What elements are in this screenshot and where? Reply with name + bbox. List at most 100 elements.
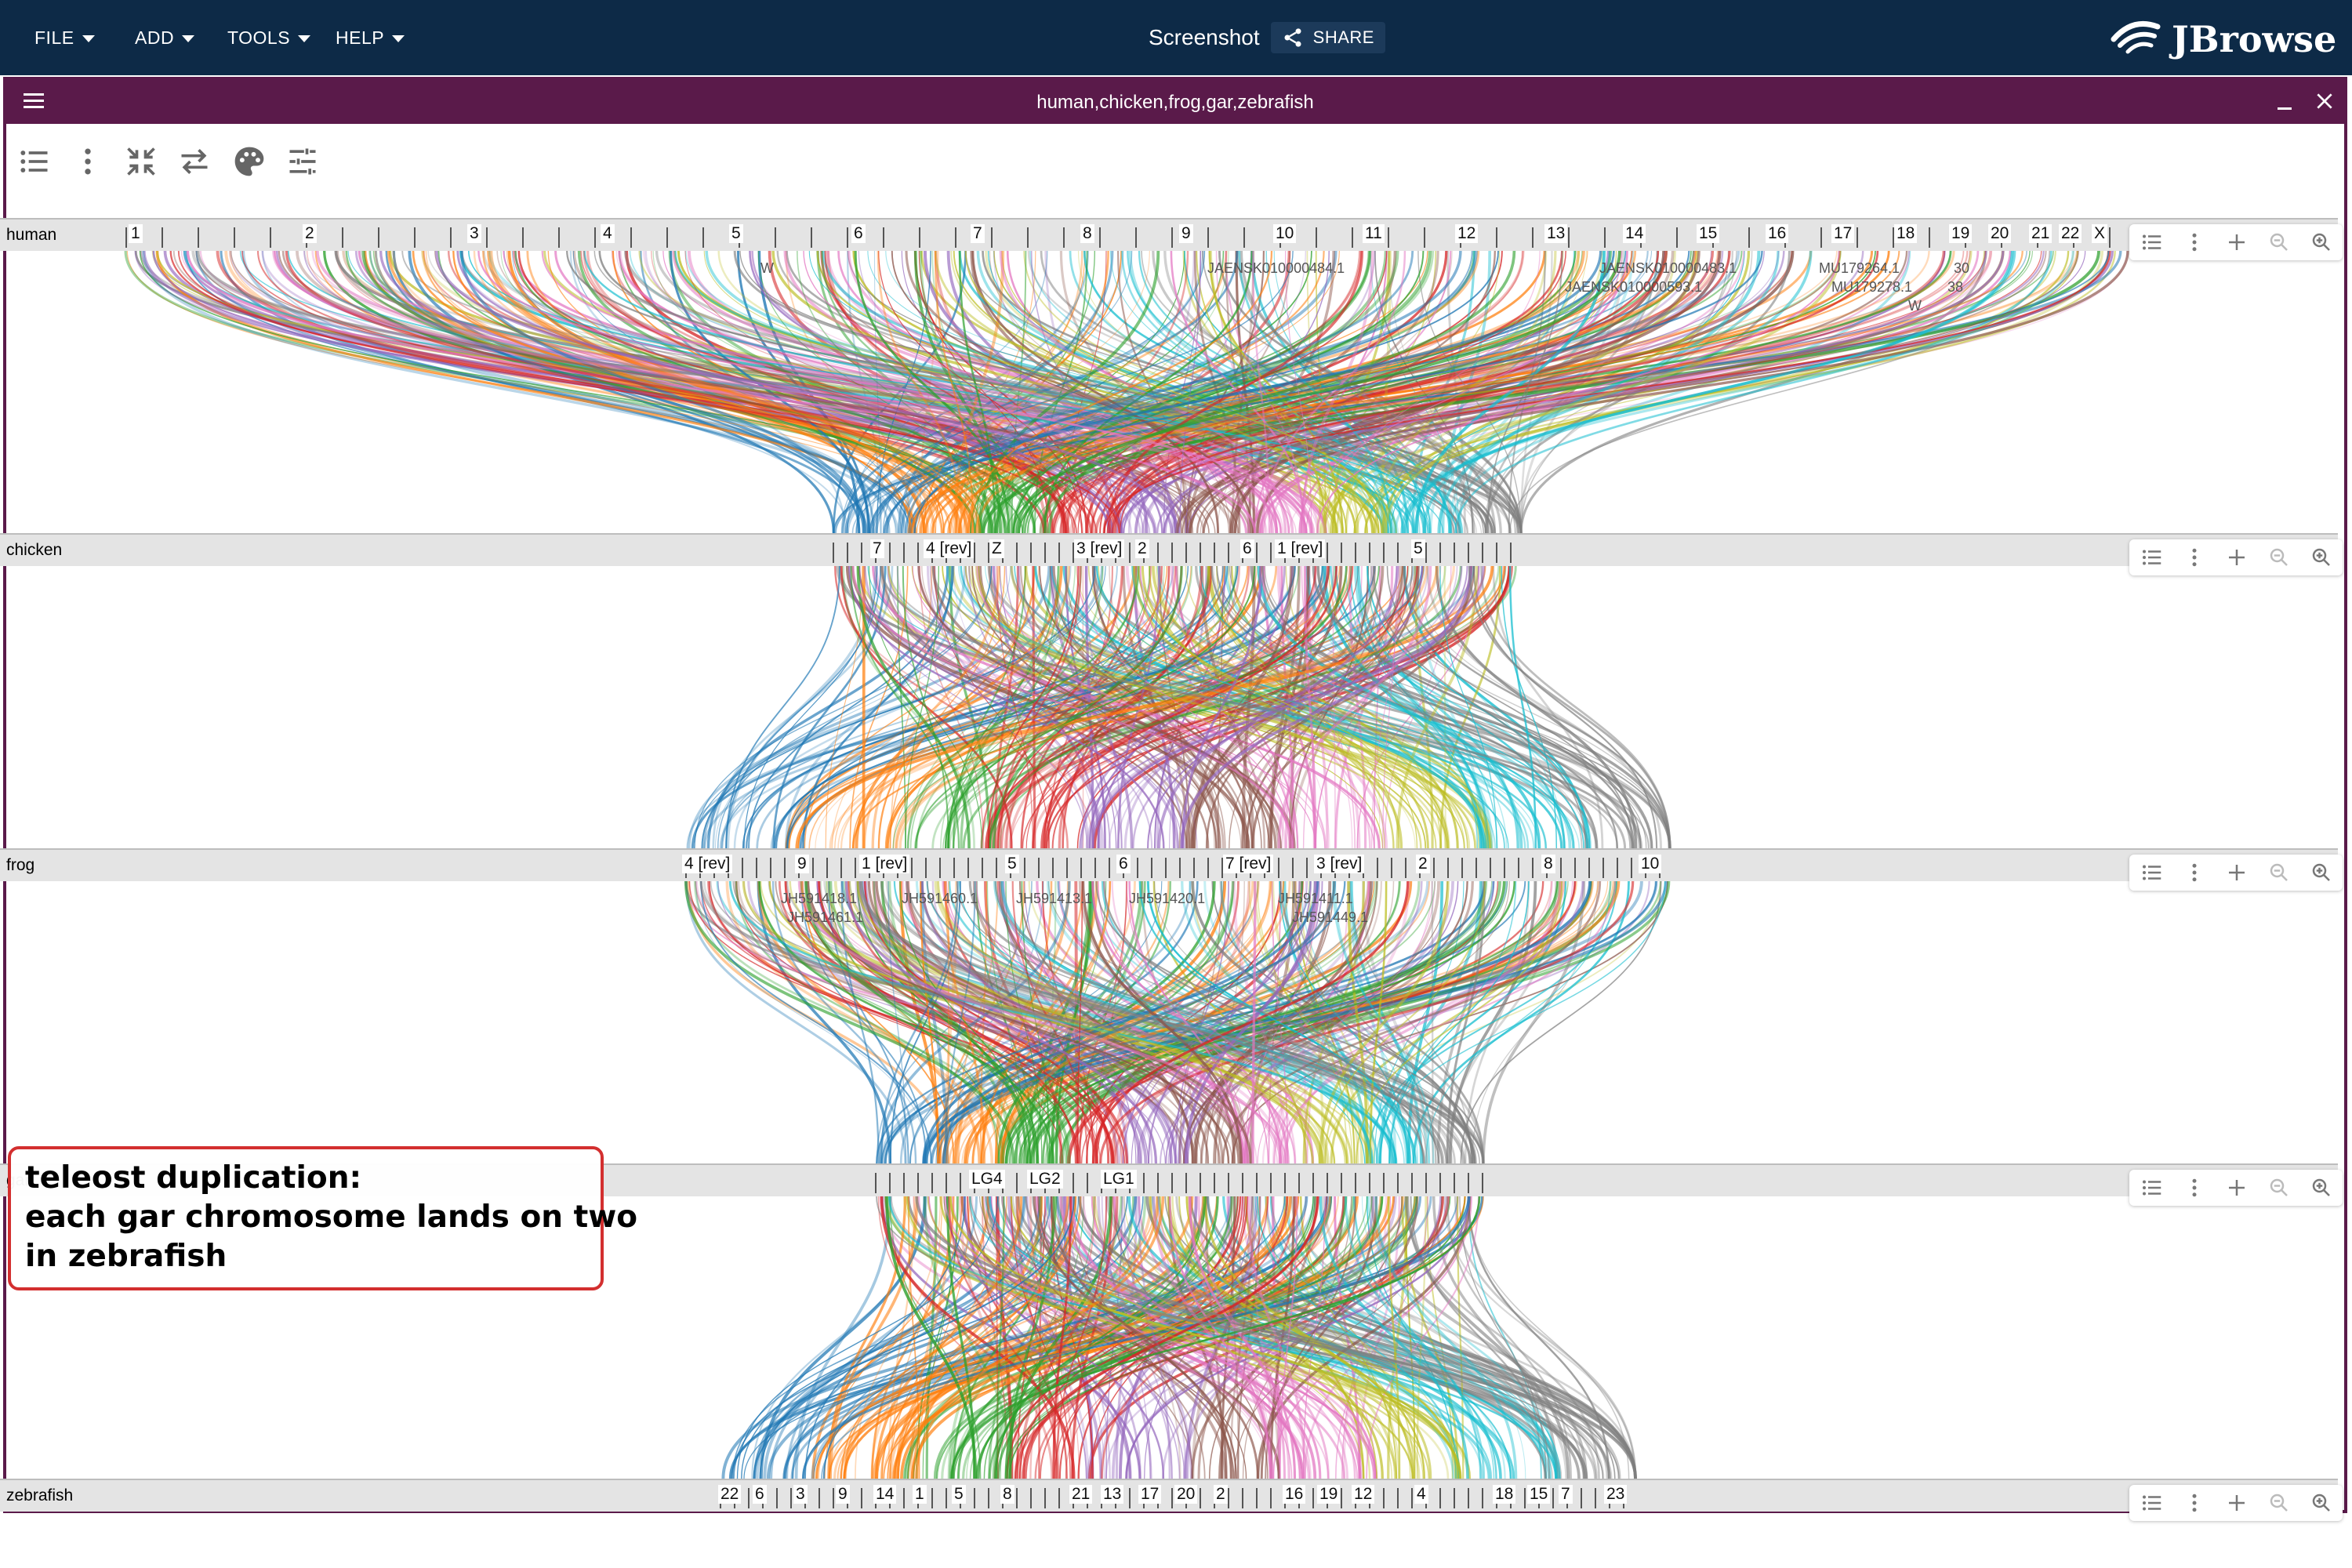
chromosome-label[interactable]: 3 [rev]	[1314, 855, 1365, 873]
chromosome-label[interactable]: X	[2092, 224, 2108, 243]
chromosome-label[interactable]: 19	[1949, 224, 1973, 243]
chromosome-label[interactable]: 16	[1283, 1485, 1306, 1504]
chromosome-label[interactable]: 1	[129, 224, 143, 243]
chromosome-label[interactable]: 20	[1988, 224, 2012, 243]
track-list-icon[interactable]	[2140, 861, 2164, 884]
row-view-controls	[2129, 539, 2343, 575]
zoom-in-icon[interactable]	[2310, 546, 2333, 569]
track-list-icon[interactable]	[2140, 546, 2164, 569]
chromosome-label[interactable]: 2	[1214, 1485, 1228, 1504]
zoom-in-icon[interactable]	[2310, 861, 2333, 884]
chromosome-label[interactable]: 6	[1116, 855, 1131, 873]
zoom-out-icon[interactable]	[2267, 230, 2291, 254]
chromosome-label[interactable]: 18	[1894, 224, 1918, 243]
chromosome-label[interactable]: 7	[870, 539, 884, 558]
chromosome-label[interactable]: 8	[1000, 1485, 1014, 1504]
chromosome-label[interactable]: 3	[467, 224, 481, 243]
chromosome-label[interactable]: 18	[1493, 1485, 1516, 1504]
zoom-plus-icon[interactable]	[2225, 1491, 2249, 1515]
more-vert-icon[interactable]	[2183, 1176, 2206, 1200]
chromosome-label[interactable]: 15	[1527, 1485, 1551, 1504]
chromosome-label[interactable]: 10	[1273, 224, 1297, 243]
chromosome-label[interactable]: 13	[1544, 224, 1568, 243]
track-list-icon[interactable]	[2140, 230, 2164, 254]
chromosome-label[interactable]: 14	[1623, 224, 1646, 243]
chromosome-label[interactable]: 6	[851, 224, 866, 243]
chromosome-label[interactable]: 7 [rev]	[1223, 855, 1274, 873]
chromosome-label[interactable]: LG1	[1101, 1170, 1137, 1189]
chromosome-label[interactable]: 8	[1541, 855, 1555, 873]
chromosome-label[interactable]: 17	[1138, 1485, 1162, 1504]
chromosome-boundary-tick	[1496, 227, 1497, 248]
more-vert-icon[interactable]	[2183, 1491, 2206, 1515]
zoom-out-icon[interactable]	[2267, 861, 2291, 884]
more-vert-icon[interactable]	[2183, 546, 2206, 569]
more-vert-icon[interactable]	[2183, 861, 2206, 884]
chromosome-label[interactable]: 23	[1604, 1485, 1628, 1504]
chromosome-label[interactable]: 15	[1697, 224, 1720, 243]
chromosome-label[interactable]: 2	[1135, 539, 1149, 558]
chromosome-label[interactable]: 17	[1831, 224, 1855, 243]
zoom-plus-icon[interactable]	[2225, 230, 2249, 254]
chromosome-label[interactable]: 8	[1080, 224, 1094, 243]
chromosome-label[interactable]: 22	[2059, 224, 2082, 243]
chromosome-label[interactable]: 1 [rev]	[859, 855, 910, 873]
chromosome-label[interactable]: 4	[601, 224, 615, 243]
chromosome-label[interactable]: 19	[1317, 1485, 1341, 1504]
chromosome-label[interactable]: 21	[1069, 1485, 1093, 1504]
chromosome-boundary-tick	[594, 227, 596, 248]
chromosome-label[interactable]: 22	[718, 1485, 742, 1504]
chromosome-label[interactable]: 3	[793, 1485, 808, 1504]
chromosome-boundary-tick	[1397, 1488, 1399, 1508]
zoom-in-icon[interactable]	[2310, 1176, 2333, 1200]
chromosome-label[interactable]: 11	[1363, 224, 1385, 243]
assembly-row-zebrafish: zebrafish 22 6 3 9 14 1 5 8 21 13 17 20 2 16 19 12 4 18 15…	[0, 1479, 2338, 1512]
chromosome-label[interactable]: 9	[1179, 224, 1193, 243]
chromosome-label[interactable]: 7	[1559, 1485, 1573, 1504]
chromosome-label[interactable]: 5	[1005, 855, 1019, 873]
track-list-icon[interactable]	[2140, 1176, 2164, 1200]
chromosome-label[interactable]: 10	[1639, 855, 1662, 873]
chromosome-label[interactable]: Z	[989, 539, 1004, 558]
chromosome-label[interactable]: 5	[952, 1485, 966, 1504]
chromosome-label[interactable]: 12	[1455, 224, 1479, 243]
chromosome-boundary-tick	[1080, 858, 1082, 878]
chromosome-boundary-tick	[1631, 858, 1632, 878]
chromosome-label[interactable]: 14	[873, 1485, 897, 1504]
track-list-icon[interactable]	[2140, 1491, 2164, 1515]
zoom-in-icon[interactable]	[2310, 230, 2333, 254]
chromosome-label[interactable]: 4 [rev]	[924, 539, 975, 558]
chromosome-label[interactable]: 16	[1766, 224, 1789, 243]
chromosome-label[interactable]: 1 [rev]	[1275, 539, 1326, 558]
chromosome-label[interactable]: 2	[1416, 855, 1430, 873]
more-vert-icon[interactable]	[2183, 230, 2206, 254]
chromosome-label[interactable]: 5	[729, 224, 743, 243]
chromosome-label[interactable]: 4	[1414, 1485, 1428, 1504]
chromosome-boundary-tick	[666, 227, 668, 248]
chromosome-boundary-tick	[1157, 543, 1159, 563]
chromosome-label[interactable]: 1	[913, 1485, 927, 1504]
zoom-plus-icon[interactable]	[2225, 1176, 2249, 1200]
chromosome-label[interactable]: 21	[2029, 224, 2053, 243]
chromosome-label[interactable]: 20	[1174, 1485, 1198, 1504]
chromosome-label[interactable]: 9	[795, 855, 809, 873]
chromosome-label[interactable]: 4 [rev]	[682, 855, 733, 873]
zoom-out-icon[interactable]	[2267, 1176, 2291, 1200]
chromosome-label[interactable]: 6	[1240, 539, 1254, 558]
chromosome-label[interactable]: 7	[971, 224, 985, 243]
chromosome-label[interactable]: 2	[303, 224, 317, 243]
chromosome-label[interactable]: LG4	[969, 1170, 1005, 1189]
zoom-out-icon[interactable]	[2267, 1491, 2291, 1515]
zoom-in-icon[interactable]	[2310, 1491, 2333, 1515]
chromosome-label[interactable]: 5	[1411, 539, 1425, 558]
zoom-out-icon[interactable]	[2267, 546, 2291, 569]
chromosome-label[interactable]: 13	[1101, 1485, 1124, 1504]
zoom-plus-icon[interactable]	[2225, 546, 2249, 569]
chromosome-label[interactable]: LG2	[1027, 1170, 1063, 1189]
chromosome-boundary-tick	[1411, 1173, 1413, 1193]
chromosome-label[interactable]: 3 [rev]	[1074, 539, 1125, 558]
chromosome-label[interactable]: 12	[1352, 1485, 1375, 1504]
chromosome-label[interactable]: 9	[836, 1485, 850, 1504]
chromosome-label[interactable]: 6	[753, 1485, 767, 1504]
zoom-plus-icon[interactable]	[2225, 861, 2249, 884]
